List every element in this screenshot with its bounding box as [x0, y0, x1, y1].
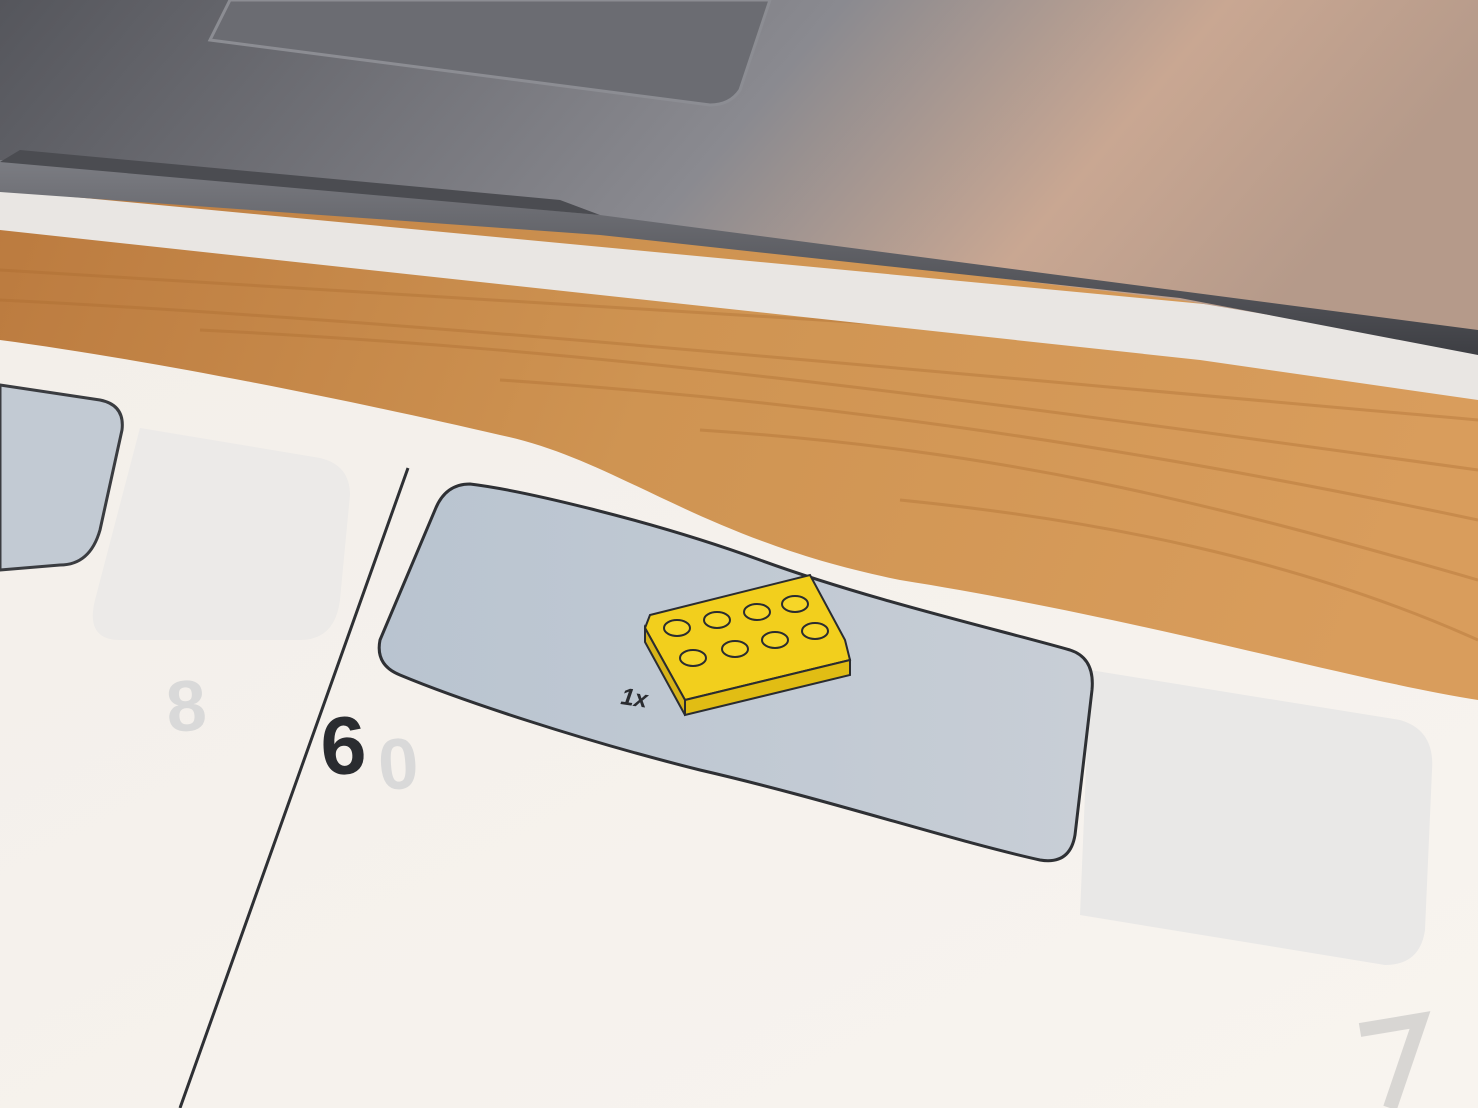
step-number: 6 — [318, 700, 368, 793]
ghost-step-number: 8 — [164, 665, 210, 748]
ghost-step-number-2: 0 — [376, 723, 422, 806]
photo-scene: 8 0 1x 6 — [0, 0, 1478, 1108]
part-quantity-label: 1x — [619, 683, 651, 714]
